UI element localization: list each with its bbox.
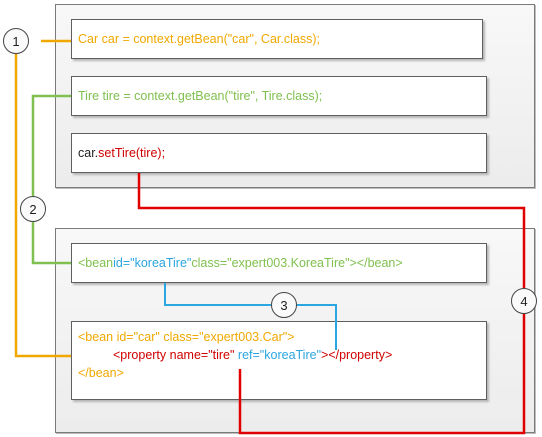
connector-3-line-right bbox=[297, 304, 337, 350]
connector-4-line bbox=[137, 173, 526, 288]
connector-2-line-down bbox=[31, 222, 71, 265]
callout-4: 4 bbox=[511, 288, 537, 314]
connector-3-line bbox=[164, 283, 271, 306]
connector-4-line-down bbox=[238, 314, 526, 435]
callout-2: 2 bbox=[20, 196, 46, 222]
callout-3: 3 bbox=[271, 292, 297, 318]
connector-2-line bbox=[31, 94, 71, 196]
connector-lines bbox=[14, 39, 526, 435]
callout-1: 1 bbox=[3, 28, 29, 54]
